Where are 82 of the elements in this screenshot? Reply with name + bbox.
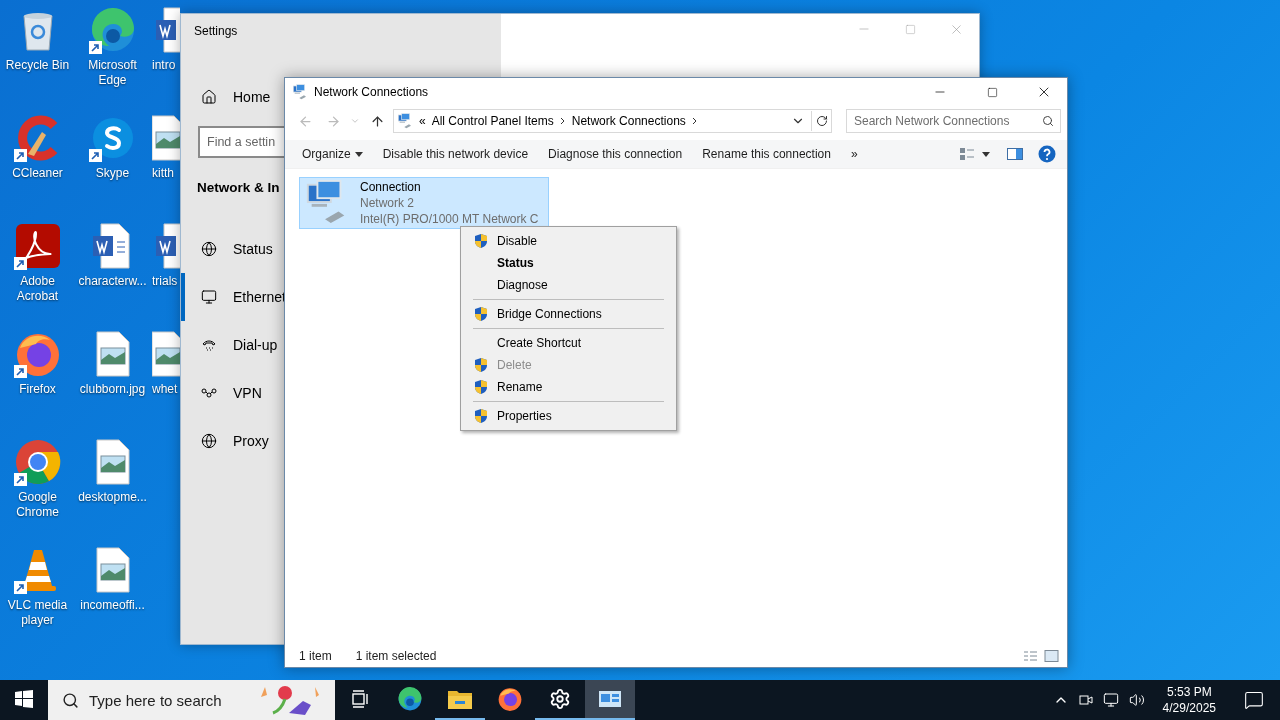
- speaker-icon: [1128, 692, 1145, 708]
- network-name: Network 2: [360, 195, 416, 211]
- monitor-icon: [1102, 692, 1119, 708]
- more-commands-button[interactable]: »: [841, 142, 867, 166]
- desktop-shortcut[interactable]: CCleaner: [0, 114, 75, 181]
- toolbar-command[interactable]: Organize: [293, 142, 372, 166]
- chrome-icon: [13, 438, 62, 486]
- view-toggle-icon[interactable]: [1023, 650, 1059, 662]
- edge-icon: [397, 686, 423, 712]
- camera-icon: [1078, 692, 1093, 708]
- desktop-shortcut[interactable]: Recycle Bin: [0, 6, 75, 73]
- chevron-right-icon: [691, 117, 698, 125]
- phone-icon: [201, 337, 217, 353]
- maximize-icon: [904, 23, 916, 35]
- camera-tray-icon[interactable]: [1076, 692, 1095, 708]
- monitor-icon: [201, 289, 217, 305]
- maximize-icon: [986, 86, 998, 98]
- menu-item[interactable]: Status: [463, 252, 674, 274]
- status-text: 1 item: [299, 649, 332, 663]
- notification-icon: [1244, 690, 1264, 710]
- desktop-shortcut[interactable]: Adobe Acrobat: [0, 222, 75, 304]
- folder-icon: [447, 688, 473, 710]
- address-bar[interactable]: « All Control Panel Items Network Connections: [393, 109, 832, 133]
- search-icon: [62, 691, 79, 709]
- menu-item[interactable]: Bridge Connections: [463, 303, 674, 325]
- desktop-shortcut[interactable]: incomeoffi...: [75, 546, 150, 613]
- desktop-shortcut[interactable]: Microsoft Edge: [75, 6, 150, 88]
- firefox-icon: [497, 686, 523, 712]
- settings-icon: [549, 688, 571, 710]
- nav-item[interactable]: Status: [181, 225, 273, 273]
- menu-item[interactable]: Disable: [463, 230, 674, 252]
- taskbar-app-button[interactable]: [585, 680, 635, 720]
- window-title: Network Connections: [314, 85, 429, 99]
- nav-item[interactable]: VPN: [181, 369, 262, 417]
- details-view-icon: [960, 148, 990, 160]
- desktop-shortcut[interactable]: Firefox: [0, 330, 75, 397]
- window-title: Settings: [193, 23, 239, 40]
- chevron-down-icon: [350, 116, 360, 126]
- nav-item[interactable]: Dial-up: [181, 321, 278, 369]
- pane-icon: [1007, 148, 1023, 160]
- network-window-icon: [292, 84, 308, 100]
- status-text: 1 item selected: [355, 649, 437, 663]
- toolbar-command[interactable]: Disable this network device: [373, 142, 538, 166]
- desktop-shortcut[interactable]: Skype: [75, 114, 150, 181]
- search-icon: [1042, 115, 1054, 127]
- task-view-icon: [350, 689, 370, 709]
- connection-name: Connection: [360, 179, 422, 195]
- menu-item[interactable]: Properties: [463, 405, 674, 427]
- desktop-shortcut[interactable]: characterw...: [75, 222, 150, 289]
- search-field[interactable]: Find a settin: [198, 126, 284, 158]
- clock[interactable]: 5:53 PM 4/29/2025: [1152, 684, 1226, 716]
- adapter-name: Intel(R) PRO/1000 MT Network C: [360, 211, 539, 227]
- desktop-shortcut[interactable]: VLC media player: [0, 546, 75, 628]
- home-nav-item[interactable]: Home: [181, 82, 271, 112]
- menu-item[interactable]: Rename: [463, 376, 674, 398]
- menu-item[interactable]: Create Shortcut: [463, 332, 674, 354]
- help-icon: [1038, 145, 1056, 163]
- vpn-icon: [201, 385, 217, 401]
- overflow-crumb[interactable]: «: [419, 114, 426, 128]
- section-title: Network & In: [197, 180, 280, 195]
- desktop-shortcut[interactable]: Google Chrome: [0, 438, 75, 520]
- arrow-right-icon: [325, 113, 341, 129]
- desktop-shortcut[interactable]: clubborn.jpg: [75, 330, 150, 397]
- refresh-icon: [815, 115, 828, 127]
- globe-icon: [201, 433, 217, 449]
- breadcrumb[interactable]: All Control Panel Items: [431, 114, 554, 128]
- menu-item[interactable]: Diagnose: [463, 274, 674, 296]
- nav-item[interactable]: Proxy: [181, 417, 269, 465]
- control-panel-icon: [397, 113, 413, 129]
- desktop-shortcut[interactable]: desktopme...: [75, 438, 150, 505]
- pdf-app-icon: [13, 222, 62, 270]
- chevron-right-icon: [559, 117, 566, 125]
- toolbar-command[interactable]: Diagnose this connection: [539, 142, 692, 166]
- breadcrumb[interactable]: Network Connections: [571, 114, 686, 128]
- toolbar-command[interactable]: Rename this connection: [693, 142, 840, 166]
- taskbar-search-field[interactable]: Type here to search: [48, 680, 335, 720]
- connection-item[interactable]: Connection Network 2 Intel(R) PRO/1000 MT Network C: [299, 177, 549, 229]
- search-field[interactable]: Search Network Connections: [846, 109, 1061, 133]
- home-icon: [201, 89, 217, 105]
- globe-icon: [201, 241, 217, 257]
- windows-logo-icon: [15, 690, 33, 708]
- network-window-icon: [598, 689, 622, 709]
